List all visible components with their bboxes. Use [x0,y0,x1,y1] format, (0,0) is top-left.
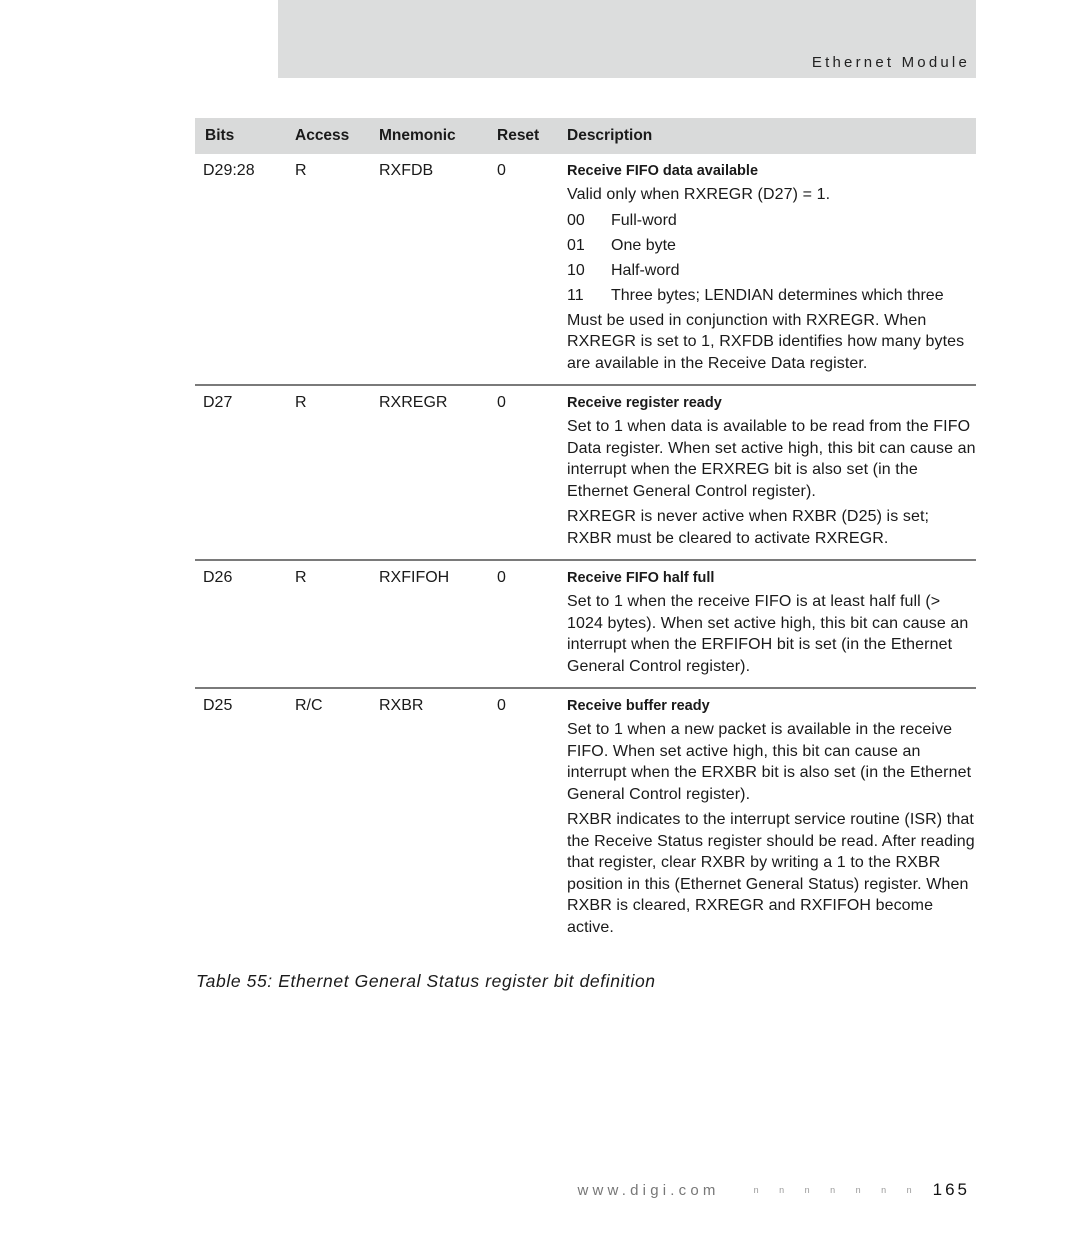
cell-bits: D27 [203,394,233,411]
header-band: Ethernet Module [278,0,976,78]
cell-bits: D29:28 [203,162,255,179]
cell-mnemonic: RXREGR [379,394,448,411]
register-table: Bits Access Mnemonic Reset Description D… [195,118,976,948]
cell-mnemonic: RXFDB [379,162,434,179]
table-header: Bits Access Mnemonic Reset Description [195,118,976,154]
cell-description: Receive FIFO half full Set to 1 when the… [567,569,976,677]
description-paragraph: Must be used in conjunction with RXREGR.… [567,311,965,372]
header-mnemonic: Mnemonic [379,127,456,144]
cell-bits: D26 [203,569,233,586]
header-bits: Bits [205,127,235,144]
cell-reset: 0 [497,697,506,714]
enum-code: 10 [567,261,585,279]
table-row: D27 R RXREGR 0 Receive register ready Se… [195,386,976,561]
enum-text: Half-word [611,261,680,279]
table-caption: Table 55: Ethernet General Status regist… [196,971,656,991]
cell-reset: 0 [497,394,506,411]
cell-access: R [295,162,307,179]
cell-description: Receive buffer ready Set to 1 when a new… [567,697,976,938]
description-paragraph: Set to 1 when data is available to be re… [567,418,976,500]
table-row: D25 R/C RXBR 0 Receive buffer ready Set … [195,689,976,948]
enum-item: 00 Full-word [567,210,976,232]
enum-text: Full-word [611,211,677,229]
enum-code: 00 [567,211,585,229]
cell-bits: D25 [203,697,233,714]
enum-code: 11 [567,286,584,304]
table-row: D29:28 R RXFDB 0 Receive FIFO data avail… [195,154,976,386]
description-intro: Valid only when RXREGR (D27) = 1. [567,186,831,203]
enum-text: Three bytes; LENDIAN determines which th… [611,286,944,304]
cell-mnemonic: RXBR [379,697,424,714]
cell-description: Receive FIFO data available Valid only w… [567,162,976,374]
description-title: Receive FIFO data available [567,163,759,179]
cell-reset: 0 [497,162,506,179]
table-row: D26 R RXFIFOH 0 Receive FIFO half full S… [195,561,976,689]
cell-mnemonic: RXFIFOH [379,569,450,586]
enum-item: 01 One byte [567,235,976,257]
description-paragraph: Set to 1 when the receive FIFO is at lea… [567,593,969,675]
page-footer: www.digi.com n n n n n n n 165 [577,1180,970,1200]
cell-access: R/C [295,697,323,714]
enum-text: One byte [611,236,676,254]
enum-code: 01 [567,236,585,254]
section-title: Ethernet Module [811,54,970,71]
description-paragraph: Set to 1 when a new packet is available … [567,721,972,803]
description-title: Receive register ready [567,395,722,411]
cell-description: Receive register ready Set to 1 when dat… [567,394,976,549]
cell-reset: 0 [497,569,506,586]
header-reset: Reset [497,127,540,144]
cell-access: R [295,394,307,411]
page-number: 165 [932,1180,970,1199]
enum-item: 10 Half-word [567,260,976,282]
header-description: Description [567,127,653,144]
footer-url[interactable]: www.digi.com [577,1182,719,1199]
description-title: Receive buffer ready [567,698,710,714]
description-title: Receive FIFO half full [567,570,715,586]
enum-item: 11 Three bytes; LENDIAN determines which… [567,285,976,307]
description-paragraph: RXBR indicates to the interrupt service … [567,811,975,936]
footer-dots: n n n n n n n [753,1185,921,1195]
description-paragraph: RXREGR is never active when RXBR (D25) i… [567,508,930,547]
cell-access: R [295,569,307,586]
header-access: Access [295,127,350,144]
